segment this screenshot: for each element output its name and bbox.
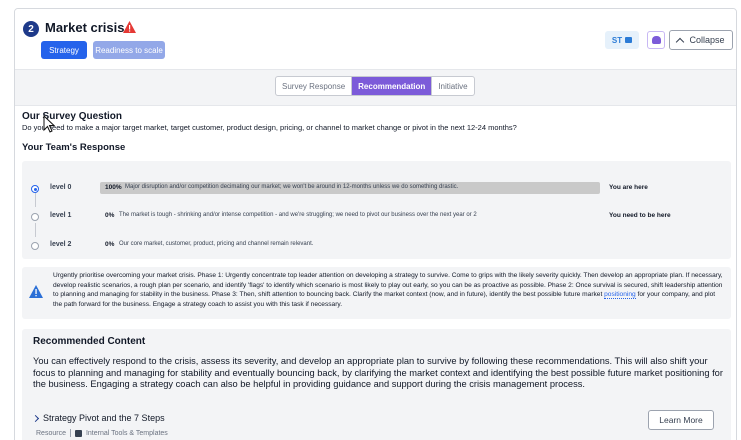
survey-question-text: Do you need to make a major target marke…: [22, 123, 517, 132]
heart-icon: [651, 36, 661, 44]
meta-divider: [69, 429, 71, 437]
favorite-button[interactable]: [647, 31, 665, 49]
resource-category: Internal Tools & Templates: [85, 429, 168, 437]
tab-survey-response[interactable]: Survey Response: [276, 77, 353, 95]
mouse-cursor-icon: [43, 115, 55, 133]
step-number-badge: 2: [23, 21, 39, 37]
pain-point-card: 2 Market crisis Strategy Readiness to sc…: [14, 8, 737, 440]
tag-readiness-to-scale[interactable]: Readiness to scale: [93, 41, 165, 59]
level-row-0[interactable]: level 0 100% Major disruption and/or com…: [22, 181, 731, 199]
recommended-content-title: Recommended Content: [33, 336, 146, 347]
recommended-content: Recommended Content You can effectively …: [22, 329, 731, 440]
chevron-right-icon: [31, 414, 40, 422]
user-initials: ST: [611, 35, 623, 45]
level-description: Major disruption and/or competition deci…: [125, 184, 459, 190]
learn-more-button[interactable]: Learn More: [648, 410, 714, 430]
positioning-link[interactable]: positioning: [604, 291, 636, 299]
warning-icon: [123, 21, 136, 33]
resource-meta: Resource Internal Tools & Templates: [36, 429, 168, 437]
tab-bar: Survey Response Recommendation Initiativ…: [15, 69, 736, 106]
level-radio[interactable]: [31, 242, 39, 250]
user-initials-badge[interactable]: ST: [605, 31, 639, 49]
level-description: The market is tough - shrinking and/or i…: [119, 212, 477, 218]
collapse-button[interactable]: Collapse: [669, 30, 733, 50]
level-name: level 1: [50, 212, 72, 219]
level-name: level 2: [50, 241, 72, 248]
tab-recommendation[interactable]: Recommendation: [352, 77, 433, 95]
alert-triangle-icon: [29, 285, 43, 298]
team-response-title: Your Team's Response: [22, 142, 126, 153]
flag-icon: [625, 37, 633, 43]
tab-initiative[interactable]: Initiative: [432, 77, 473, 95]
chevron-up-icon: [676, 37, 685, 46]
advice-text: Urgently prioritise overcoming your mark…: [53, 271, 725, 309]
tag-strategy[interactable]: Strategy: [41, 41, 87, 59]
level-description: Our core market, customer, product, pric…: [119, 241, 314, 247]
level-radio-selected[interactable]: [31, 185, 39, 193]
level-row-2[interactable]: level 2 0% Our core market, customer, pr…: [22, 238, 731, 256]
card-title: Market crisis: [45, 20, 125, 35]
recommendation-advice: Urgently prioritise overcoming your mark…: [22, 267, 731, 319]
resource-title: Strategy Pivot and the 7 Steps: [43, 413, 165, 423]
level-percent: 0%: [105, 241, 115, 248]
level-note: You need to be here: [609, 212, 671, 219]
survey-question-title: Our Survey Question: [22, 111, 123, 122]
level-percent: 0%: [105, 212, 115, 219]
recommended-content-text: You can effectively respond to the crisi…: [33, 356, 723, 389]
level-note: You are here: [609, 184, 648, 191]
level-percent: 100%: [105, 184, 122, 191]
resource-type: Resource: [36, 429, 66, 437]
card-header: 2 Market crisis Strategy Readiness to sc…: [15, 9, 736, 69]
level-radio[interactable]: [31, 213, 39, 221]
level-name: level 0: [50, 184, 72, 191]
level-row-1[interactable]: level 1 0% The market is tough - shrinki…: [22, 209, 731, 227]
collapse-label: Collapse: [689, 35, 725, 45]
response-levels: level 0 100% Major disruption and/or com…: [22, 161, 731, 259]
tab-group: Survey Response Recommendation Initiativ…: [275, 76, 475, 96]
book-icon: [74, 429, 82, 437]
resource-link[interactable]: Strategy Pivot and the 7 Steps: [31, 413, 165, 423]
